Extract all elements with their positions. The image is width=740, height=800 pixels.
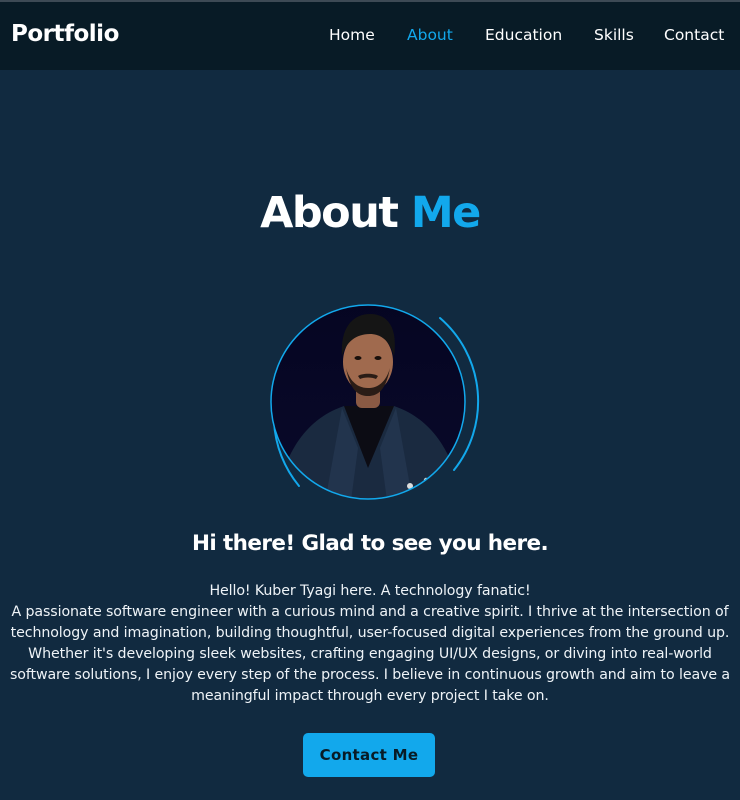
section-title-accent: Me [410,188,481,238]
bio-text: Hello! Kuber Tyagi here. A technology fa… [8,581,732,707]
greeting-heading: Hi there! Glad to see you here. [191,531,549,556]
nav-link-about[interactable]: About [407,26,453,44]
nav-link-contact[interactable]: Contact [664,26,724,44]
nav-link-education[interactable]: Education [485,26,562,44]
profile-avatar-illustration [270,304,480,500]
contact-me-button[interactable]: Contact Me [303,733,435,777]
profile-photo [271,305,465,499]
bio-description: A passionate software engineer with a cu… [9,604,731,704]
profile-picture [254,298,484,508]
brand-logo[interactable]: Portfolio [11,21,119,47]
section-title: About Me [0,188,740,238]
nav-link-home[interactable]: Home [329,26,375,44]
nav-link-skills[interactable]: Skills [594,26,634,44]
bio-intro: Hello! Kuber Tyagi here. A technology fa… [209,583,531,599]
navbar: Portfolio Home About Education Skills Co… [0,2,740,70]
section-title-main: About [260,188,399,238]
